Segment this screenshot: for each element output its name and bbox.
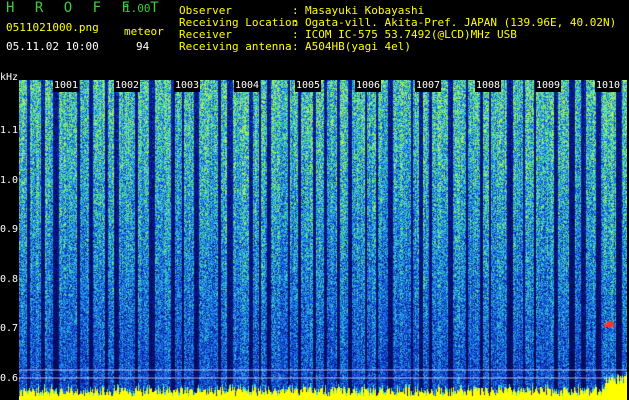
time-tick-label: 1002 <box>114 80 141 92</box>
freq-tick-label: 0.8 <box>0 274 19 285</box>
app-version: 1.00 <box>124 2 151 15</box>
spectrogram-panel <box>19 80 627 400</box>
antenna-value: A504HB(yagi 4el) <box>305 40 411 53</box>
antenna-colon: : <box>292 40 299 53</box>
time-axis: 1001 1002 1003 1004 1005 1006 1007 1008 … <box>19 80 627 94</box>
freq-tick-label: 1.0 <box>0 175 19 186</box>
event-type-label: meteor <box>124 25 164 38</box>
file-name: 0511021000.png <box>6 21 99 34</box>
hroft-window: H R O F F T 1.00 0511021000.png meteor 0… <box>0 0 629 400</box>
time-tick-label: 1001 <box>53 80 80 92</box>
time-tick-label: 1008 <box>475 80 502 92</box>
antenna-label: Receiving antenna <box>179 40 292 53</box>
time-tick-label: 1003 <box>174 80 201 92</box>
time-tick-label: 1010 <box>595 80 622 92</box>
freq-tick-label: 1.1 <box>0 125 19 136</box>
timestamp: 05.11.02 10:00 <box>6 40 99 53</box>
time-tick-label: 1007 <box>415 80 442 92</box>
event-count: 94 <box>136 40 150 53</box>
time-tick-label: 1004 <box>234 80 261 92</box>
freq-tick-label: 0.6 <box>0 373 19 384</box>
freq-tick-label: 0.7 <box>0 323 19 334</box>
time-tick-label: 1009 <box>535 80 562 92</box>
time-tick-label: 1005 <box>295 80 322 92</box>
time-tick-label: 1006 <box>355 80 382 92</box>
frequency-axis: 1.1 1.0 0.9 0.8 0.7 0.6 <box>0 72 19 400</box>
spectrogram-grid <box>19 369 627 379</box>
freq-tick-label: 0.9 <box>0 224 19 235</box>
